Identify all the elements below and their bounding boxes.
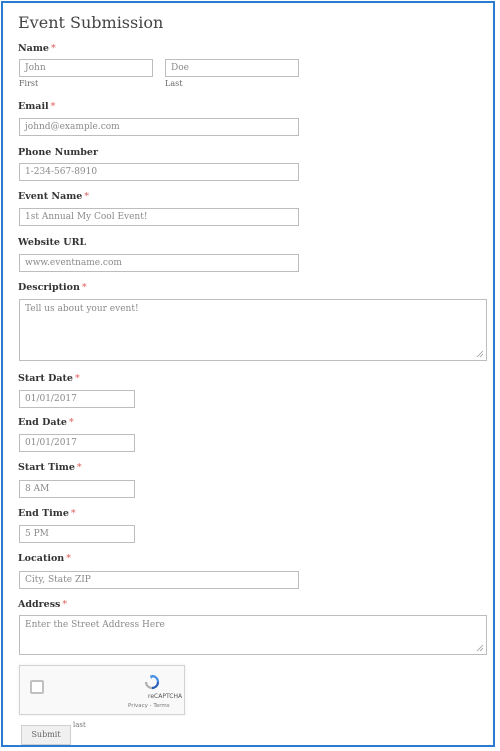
address-textarea[interactable]: Enter the Street Address Here: [19, 615, 487, 655]
submit-button[interactable]: Submit: [21, 725, 71, 745]
form-title: Event Submission: [18, 13, 164, 32]
website-label: Website URL: [18, 237, 87, 248]
address-placeholder: Enter the Street Address Here: [25, 620, 165, 630]
description-textarea[interactable]: Tell us about your event!: [19, 299, 487, 361]
description-label-text: Description: [18, 282, 80, 293]
form-frame: Event Submission Name * John First Doe La…: [1, 1, 495, 747]
name-label: Name *: [18, 43, 56, 54]
start-time-label: Start Time *: [18, 462, 82, 473]
stray-text: last: [73, 721, 86, 729]
required-marker: *: [50, 43, 56, 54]
required-marker: *: [74, 373, 80, 384]
recaptcha-widget: reCAPTCHA Privacy - Terms: [19, 665, 185, 715]
end-time-label-text: End Time: [18, 508, 69, 519]
event-name-field[interactable]: 1st Annual My Cool Event!: [19, 208, 299, 226]
last-name-sublabel: Last: [165, 79, 183, 88]
required-marker: *: [66, 553, 71, 564]
address-label-text: Address: [18, 599, 61, 610]
required-marker: *: [50, 101, 56, 112]
end-date-field[interactable]: 01/01/2017: [19, 434, 135, 452]
email-field[interactable]: johnd@example.com: [19, 118, 299, 136]
required-marker: *: [68, 417, 74, 428]
first-name-sublabel: First: [19, 79, 39, 88]
required-marker: *: [70, 508, 76, 519]
start-date-label: Start Date *: [18, 373, 80, 384]
recaptcha-links[interactable]: Privacy - Terms: [128, 703, 170, 709]
description-label: Description *: [18, 282, 87, 293]
event-name-label: Event Name *: [18, 191, 89, 202]
address-label: Address *: [18, 599, 67, 610]
email-label-text: Email: [18, 101, 49, 112]
end-time-field[interactable]: 5 PM: [19, 525, 135, 543]
recaptcha-logo-icon: [144, 674, 160, 690]
end-date-label: End Date *: [18, 417, 74, 428]
location-field[interactable]: City, State ZIP: [19, 571, 299, 589]
name-label-text: Name: [18, 43, 49, 54]
start-date-field[interactable]: 01/01/2017: [19, 390, 135, 408]
start-time-field[interactable]: 8 AM: [19, 480, 135, 498]
last-name-input[interactable]: Doe: [165, 59, 299, 77]
first-name-input[interactable]: John: [19, 59, 153, 77]
resize-handle-icon[interactable]: [476, 644, 484, 652]
end-date-label-text: End Date: [18, 417, 67, 428]
start-time-label-text: Start Time: [18, 462, 75, 473]
description-placeholder: Tell us about your event!: [25, 304, 139, 314]
website-field[interactable]: www.eventname.com: [19, 254, 299, 272]
required-marker: *: [84, 191, 90, 202]
phone-label: Phone Number: [18, 147, 98, 158]
required-marker: *: [62, 599, 68, 610]
email-label: Email *: [18, 101, 55, 112]
recaptcha-brand: reCAPTCHA: [148, 693, 183, 700]
phone-field[interactable]: 1-234-567-8910: [19, 163, 299, 181]
end-time-label: End Time *: [18, 508, 76, 519]
event-name-label-text: Event Name: [18, 191, 83, 202]
location-label: Location *: [18, 553, 71, 564]
required-marker: *: [81, 282, 87, 293]
resize-handle-icon[interactable]: [476, 350, 484, 358]
required-marker: *: [76, 462, 82, 473]
recaptcha-checkbox[interactable]: [30, 680, 44, 694]
location-label-text: Location: [18, 553, 65, 564]
start-date-label-text: Start Date: [18, 373, 73, 384]
